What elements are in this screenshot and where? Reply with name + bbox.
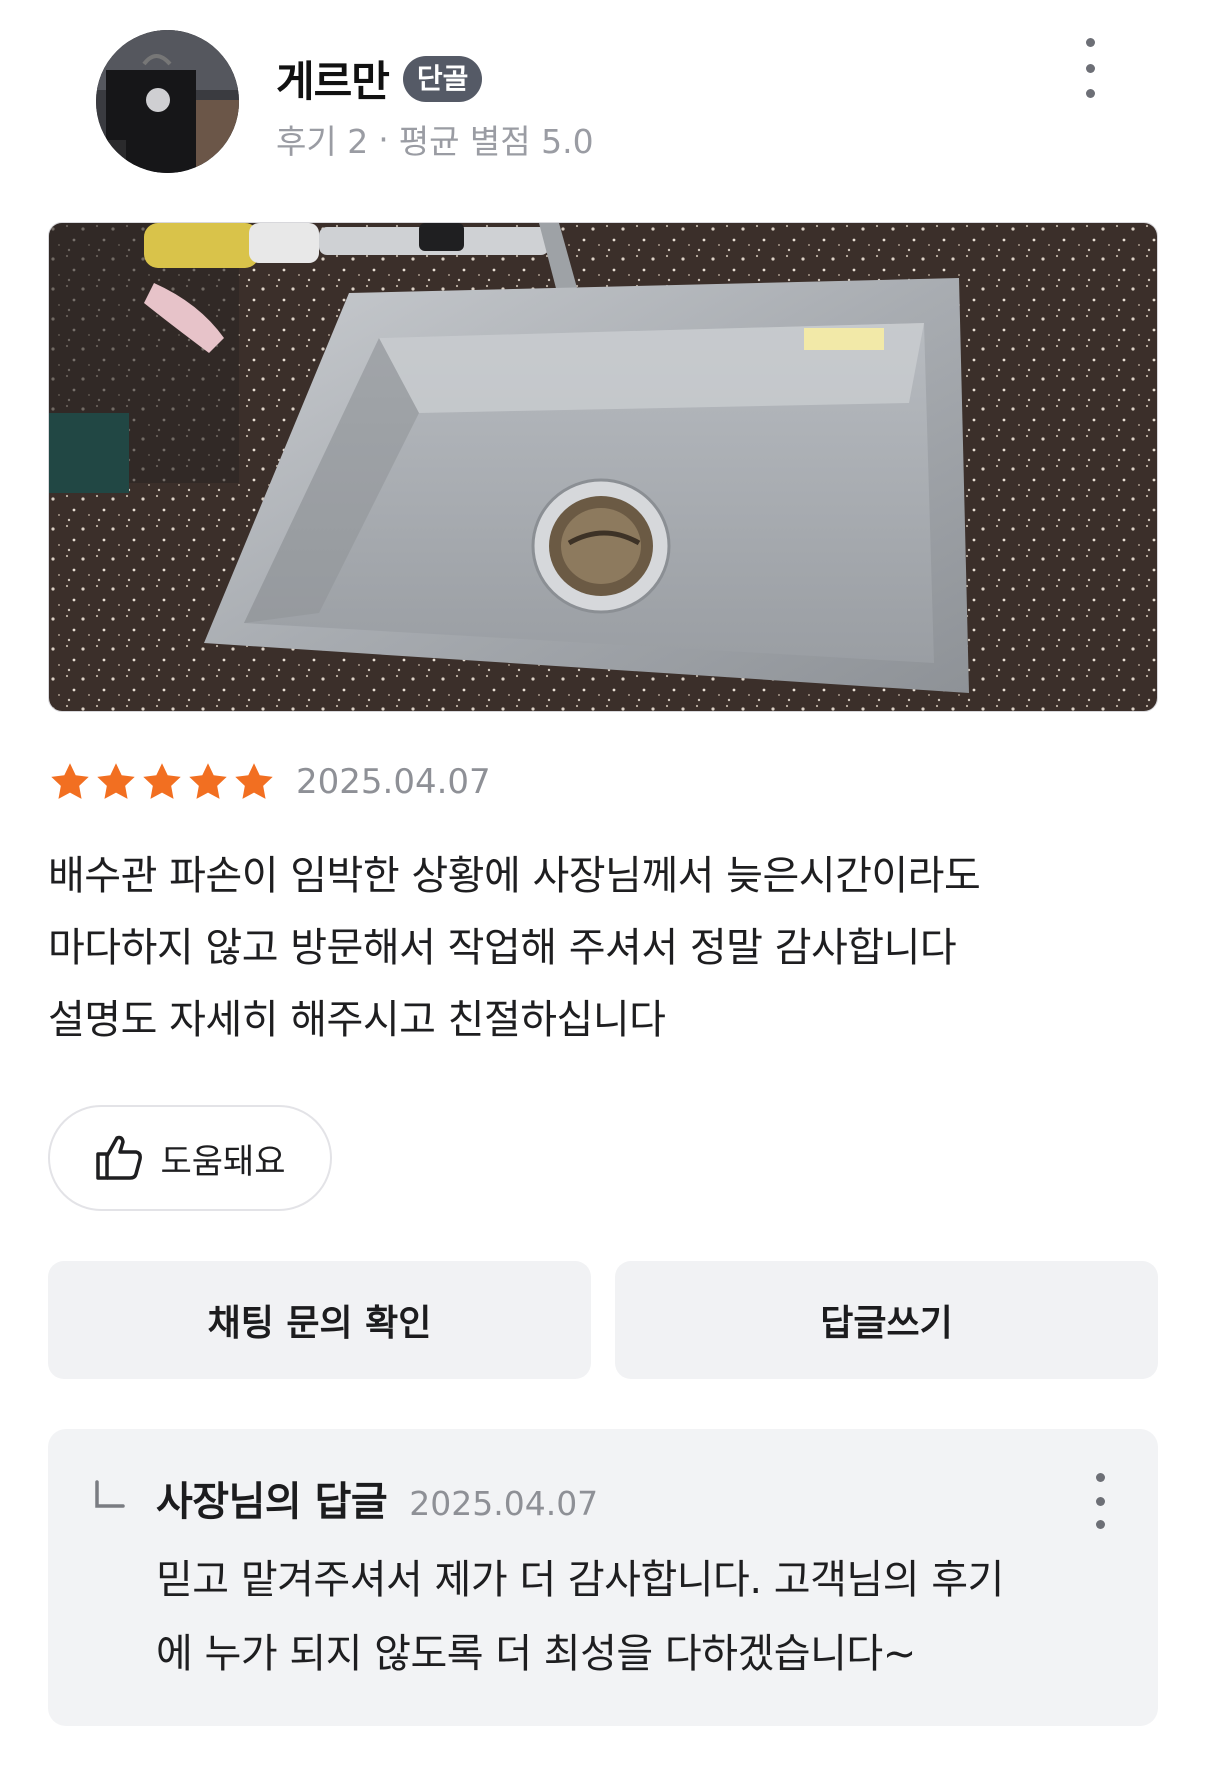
reply-text-line: 믿고 맡겨주셔서 제가 더 감사합니다. 고객님의 후기 — [156, 1557, 1004, 1603]
review-date: 2025.04.07 — [296, 762, 491, 802]
review-actions: 채팅 문의 확인 답글쓰기 — [48, 1261, 1158, 1379]
reply-author: 사장님의 답글 — [156, 1479, 388, 1525]
chat-inquiry-button[interactable]: 채팅 문의 확인 — [48, 1261, 591, 1379]
star-icon — [189, 763, 227, 799]
helpful-button[interactable]: 도움돼요 — [48, 1105, 332, 1211]
review-text-line: 설명도 자세히 해주시고 친절하십니다 — [48, 997, 666, 1043]
review-text-line: 마다하지 않고 방문해서 작업해 주셔서 정말 감사합니다 — [48, 925, 957, 971]
owner-reply: 사장님의 답글 2025.04.07 믿고 맡겨주셔서 제가 더 감사합니다. … — [48, 1429, 1158, 1726]
reply-text: 믿고 맡겨주셔서 제가 더 감사합니다. 고객님의 후기 에 누가 되지 않도록… — [156, 1543, 1126, 1691]
reviewer-name[interactable]: 게르만 — [276, 48, 390, 109]
star-icon — [51, 763, 89, 799]
star-rating — [48, 760, 276, 804]
reviewer-name-row: 게르만 단골 — [276, 48, 483, 109]
reply-header: 사장님의 답글 2025.04.07 — [156, 1469, 598, 1527]
reviewer-avatar[interactable] — [96, 30, 239, 173]
reviewer-header: 게르만 단골 후기 2 · 평균 별점 5.0 — [48, 0, 1158, 200]
avatar-image — [96, 30, 239, 173]
average-rating: 평균 별점 5.0 — [398, 122, 594, 161]
reply-text-line: 에 누가 되지 않도록 더 최성을 다하겠습니다~ — [156, 1631, 916, 1677]
review-photo[interactable] — [48, 222, 1158, 712]
meta-separator: · — [378, 119, 389, 159]
reply-date: 2025.04.07 — [409, 1484, 599, 1523]
sink-photo — [49, 223, 1157, 711]
write-reply-button[interactable]: 답글쓰기 — [615, 1261, 1158, 1379]
rating-row: 2025.04.07 — [48, 760, 491, 804]
star-icon — [97, 763, 135, 799]
review-page: 게르만 단골 후기 2 · 평균 별점 5.0 2025.04.07 배수관 파… — [0, 0, 1206, 1773]
reviewer-meta: 후기 2 · 평균 별점 5.0 — [276, 115, 594, 163]
thumbs-up-icon — [96, 1135, 143, 1180]
review-count: 후기 2 — [276, 122, 369, 161]
star-icon — [143, 763, 181, 799]
more-vertical-icon[interactable] — [1070, 38, 1110, 98]
reply-arrow-icon — [95, 1480, 125, 1508]
regular-customer-badge: 단골 — [402, 55, 483, 102]
star-icon — [235, 763, 273, 799]
helpful-label: 도움돼요 — [160, 1141, 286, 1182]
more-vertical-icon[interactable] — [1088, 1473, 1112, 1529]
review-text: 배수관 파손이 임박한 상황에 사장님께서 늦은시간이라도 마다하지 않고 방문… — [48, 840, 1158, 1056]
review-text-line: 배수관 파손이 임박한 상황에 사장님께서 늦은시간이라도 — [48, 853, 981, 899]
